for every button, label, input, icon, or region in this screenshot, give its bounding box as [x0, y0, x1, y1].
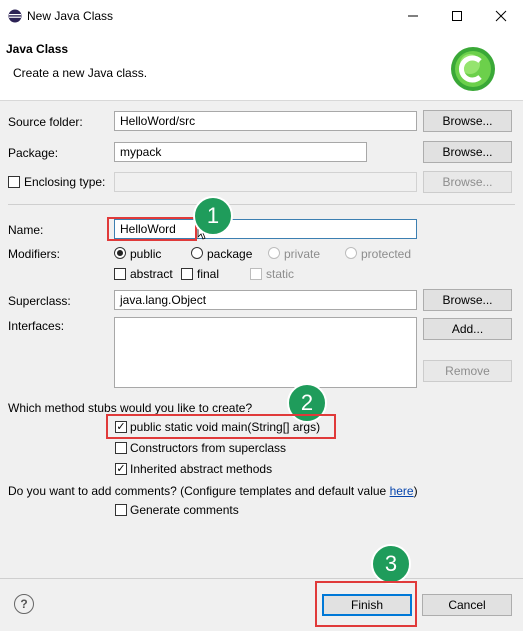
- maximize-icon: [452, 11, 462, 21]
- constructors-checkbox[interactable]: [115, 442, 127, 454]
- remove-interface-button: Remove: [423, 360, 512, 382]
- wizard-title: Java Class: [6, 42, 69, 56]
- enclosing-type-browse-button: Browse...: [423, 171, 512, 193]
- cancel-button[interactable]: Cancel: [422, 594, 512, 616]
- package-radio-label: package: [207, 247, 253, 261]
- interfaces-list[interactable]: [114, 317, 417, 388]
- close-button[interactable]: [479, 0, 523, 32]
- public-label: public: [130, 247, 162, 261]
- enclosing-type-field: [114, 172, 417, 192]
- superclass-browse-button[interactable]: Browse...: [423, 289, 512, 311]
- package-label: Package:: [8, 146, 59, 160]
- generate-comments-checkbox[interactable]: [115, 504, 127, 516]
- modifiers-label: Modifiers:: [8, 247, 61, 261]
- name-highlight: [107, 217, 197, 241]
- generate-comments-label: Generate comments: [130, 503, 239, 517]
- private-label: private: [284, 247, 321, 261]
- window-title: New Java Class: [27, 9, 114, 23]
- abstract-checkbox[interactable]: [114, 268, 126, 280]
- final-checkbox[interactable]: [181, 268, 193, 280]
- add-interface-button[interactable]: Add...: [423, 318, 512, 340]
- superclass-label: Superclass:: [8, 294, 71, 308]
- finish-button[interactable]: Finish: [322, 594, 412, 616]
- public-radio[interactable]: [114, 247, 126, 259]
- comments-question-text: Do you want to add comments? (Configure …: [8, 484, 390, 498]
- minimize-button[interactable]: [391, 0, 435, 32]
- abstract-label: abstract: [130, 267, 173, 281]
- source-folder-browse-button[interactable]: Browse...: [423, 110, 512, 132]
- protected-label: protected: [361, 247, 412, 261]
- source-folder-label: Source folder:: [8, 115, 83, 129]
- configure-templates-link[interactable]: here: [390, 484, 414, 498]
- inherited-methods-label: Inherited abstract methods: [130, 462, 273, 476]
- footer-separator: [0, 578, 523, 579]
- enclosing-type-label: Enclosing type:: [24, 175, 106, 189]
- static-checkbox: [250, 268, 262, 280]
- annotation-badge-1: 1: [193, 196, 233, 236]
- inherited-methods-checkbox[interactable]: ✓: [115, 463, 127, 475]
- minimize-icon: [408, 15, 418, 17]
- comments-question-close: ): [413, 484, 418, 498]
- stubs-question: Which method stubs would you like to cre…: [8, 401, 253, 415]
- maximize-button[interactable]: [435, 0, 479, 32]
- wizard-subtitle: Create a new Java class.: [13, 66, 148, 80]
- close-icon: [495, 10, 507, 22]
- source-folder-field[interactable]: HelloWord/src: [114, 111, 417, 131]
- final-label: final: [197, 267, 220, 281]
- package-field[interactable]: mypack: [114, 142, 367, 162]
- comments-question: Do you want to add comments? (Configure …: [8, 484, 418, 498]
- package-radio[interactable]: [191, 247, 203, 259]
- static-label: static: [266, 267, 295, 281]
- main-method-highlight: [106, 414, 336, 439]
- package-browse-button[interactable]: Browse...: [423, 141, 512, 163]
- protected-radio: [345, 247, 357, 259]
- help-icon[interactable]: ?: [14, 594, 34, 614]
- private-radio: [268, 247, 280, 259]
- annotation-badge-3: 3: [371, 544, 411, 584]
- new-class-icon: [451, 47, 495, 91]
- superclass-field[interactable]: java.lang.Object: [114, 290, 417, 310]
- enclosing-type-checkbox[interactable]: [8, 176, 20, 188]
- interfaces-label: Interfaces:: [8, 319, 65, 333]
- name-label: Name:: [8, 223, 44, 237]
- eclipse-icon: [8, 9, 22, 23]
- constructors-label: Constructors from superclass: [130, 441, 287, 455]
- separator: [8, 204, 515, 205]
